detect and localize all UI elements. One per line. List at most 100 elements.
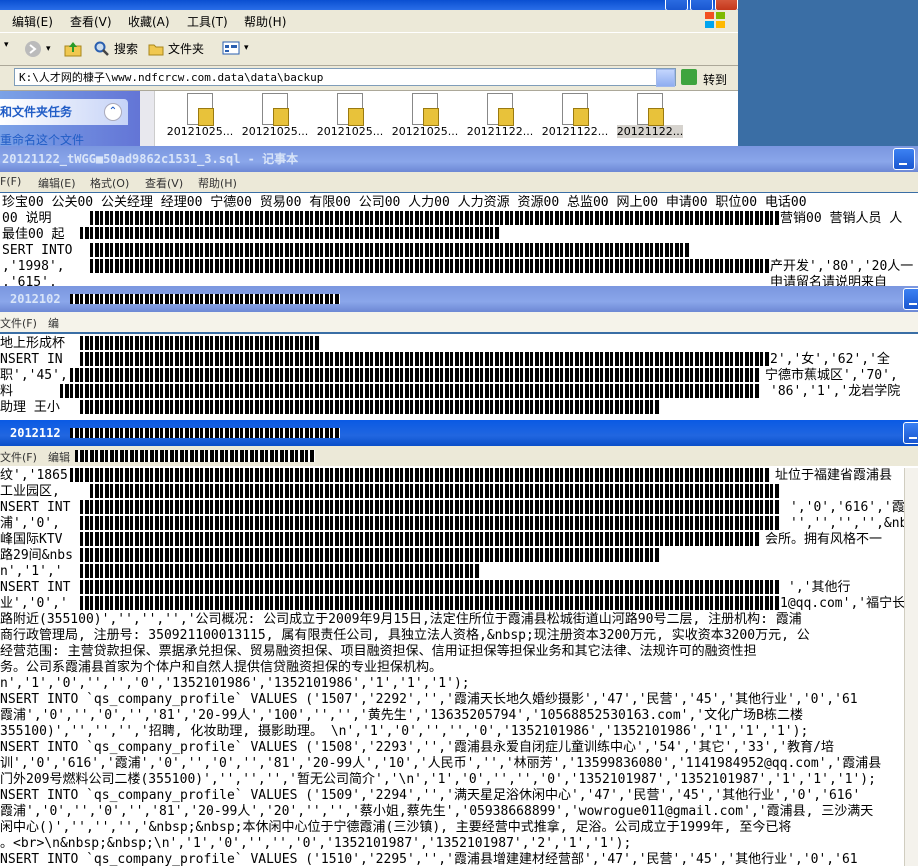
- file-item[interactable]: 20121025...: [314, 93, 386, 145]
- collapse-chevron-icon[interactable]: ⌃: [104, 103, 122, 121]
- chevron-down-icon: ▾: [244, 43, 249, 53]
- notepad-3-titlebar[interactable]: 2012112: [0, 420, 918, 446]
- menu-file[interactable]: 文件(F): [0, 449, 37, 465]
- notepad-2-text-area[interactable]: 地上形成杯 NSERT IN 职','45', 料 助理 王小 2','女','…: [0, 334, 918, 420]
- redacted-region: [70, 428, 340, 438]
- redacted-region: [70, 368, 760, 382]
- menu-help[interactable]: 帮助(H): [198, 175, 237, 191]
- address-dropdown-button[interactable]: [656, 69, 675, 87]
- text-line: 地上形成杯: [0, 336, 66, 351]
- minimize-button[interactable]: [893, 148, 915, 170]
- file-item[interactable]: 20121025...: [239, 93, 311, 145]
- menu-edit[interactable]: 编辑(E): [12, 13, 53, 30]
- file-item[interactable]: 20121122...: [464, 93, 536, 145]
- notepad-3-text-area[interactable]: 纹','1865 工业园区, NSERT INT 浦','0', 峰国际KTV …: [0, 466, 918, 866]
- menu-file[interactable]: 文件(F): [0, 315, 37, 331]
- redacted-region: [80, 580, 780, 594]
- text-line: 宁德市蕉城区','70',: [765, 368, 898, 383]
- menu-format[interactable]: 格式(O): [90, 175, 129, 191]
- notepad-1-titlebar[interactable]: 20121122_tWGG■50ad9862c1531_3.sql - 记事本: [0, 146, 918, 172]
- notepad-2-titlebar[interactable]: 2012102: [0, 286, 918, 312]
- notepad-3-title: 2012112: [10, 426, 61, 440]
- text-line: 路附近(355100)','','','','公司概况: 公司成立于2009年9…: [0, 612, 802, 627]
- menu-view[interactable]: 查看(V): [70, 13, 112, 30]
- forward-arrow-icon: [25, 41, 41, 57]
- folders-button[interactable]: 文件夹: [148, 40, 204, 57]
- redacted-region: [70, 294, 340, 304]
- address-input[interactable]: K:\人才网的槺子\www.ndfcrcw.com.data\data\back…: [14, 68, 676, 86]
- redacted-region: [75, 450, 315, 462]
- text-line: NSERT INTO `qs_company_profile` VALUES (…: [0, 852, 858, 866]
- menu-edit[interactable]: 编辑(E): [38, 175, 76, 191]
- vertical-scrollbar[interactable]: [904, 468, 918, 866]
- redacted-region: [90, 259, 770, 273]
- redacted-region: [80, 564, 480, 578]
- explorer-titlebar[interactable]: [0, 0, 738, 11]
- menu-view[interactable]: 查看(V): [145, 175, 183, 191]
- text-line: '86','1','龙岩学院: [770, 384, 901, 399]
- text-line: 产开发','80','20人一: [770, 259, 914, 274]
- file-item[interactable]: 20121025...: [389, 93, 461, 145]
- text-line: 务。公司系霞浦县首家为个体户和自然人提供信贷融资担保的专业担保机构。: [0, 660, 443, 675]
- search-button[interactable]: 搜索: [94, 40, 138, 57]
- menu-edit[interactable]: 编: [48, 315, 59, 331]
- forward-button[interactable]: ▾: [24, 40, 51, 58]
- search-icon: [94, 41, 109, 56]
- notepad-window-3: 2012112 文件(F) 编辑 纹','1865 工业园区, NSERT IN…: [0, 420, 918, 866]
- text-line: 申请留名请说明来自: [770, 275, 888, 286]
- sql-file-icon: [187, 93, 214, 126]
- redacted-region: [80, 516, 780, 530]
- explorer-toolbar: ▾ ▾ 搜索 文件夹 ▾: [0, 32, 738, 66]
- file-item[interactable]: 20121025...: [164, 93, 236, 145]
- text-line: 355100)','','','','招聘, 化妆助理, 摄影助理。 \n','…: [0, 724, 809, 739]
- notepad-1-text-area[interactable]: 珍宝00 公关00 公关经理 经理00 宁德00 贸易00 有限00 公司00 …: [0, 193, 918, 286]
- task-pane-title: 和文件夹任务: [0, 105, 73, 119]
- menu-help[interactable]: 帮助(H): [244, 13, 286, 30]
- notepad-2-menubar: 文件(F) 编: [0, 312, 918, 332]
- menu-file[interactable]: F(F): [0, 175, 21, 188]
- task-pane-scrollbar[interactable]: [140, 91, 155, 146]
- redacted-region: [90, 243, 690, 257]
- menu-tools[interactable]: 工具(T): [187, 13, 228, 30]
- redacted-region: [90, 484, 780, 498]
- text-line: '','','','',&nbs: [790, 516, 916, 531]
- sql-file-icon: [637, 93, 664, 126]
- text-line: n','1','0','','','0','1352101986','13521…: [0, 676, 470, 691]
- text-line: ,'615',: [2, 275, 57, 286]
- sql-file-icon: [562, 93, 589, 126]
- go-button[interactable]: 转到: [703, 71, 727, 88]
- redacted-region: [80, 500, 780, 514]
- text-line: 最佳00 起: [2, 227, 65, 242]
- file-item-selected[interactable]: 20121122...: [614, 93, 686, 145]
- address-bar: K:\人才网的槺子\www.ndfcrcw.com.data\data\back…: [0, 66, 738, 91]
- redacted-region: [90, 211, 780, 225]
- text-line: ','0','616','霞: [790, 500, 905, 515]
- text-line: 商行政管理局, 注册号: 350921100013115, 属有限责任公司, 具…: [0, 628, 810, 643]
- text-line: ','其他行: [788, 580, 851, 595]
- views-button[interactable]: ▾: [222, 40, 249, 56]
- text-line: 霞浦','0','','0','','81','20-99人','100',''…: [0, 708, 803, 723]
- redacted-region: [80, 336, 320, 350]
- notepad-1-title: 20121122_tWGG■50ad9862c1531_3.sql - 记事本: [2, 152, 299, 166]
- up-folder-button[interactable]: [64, 40, 82, 58]
- text-line: NSERT INTO `qs_company_profile` VALUES (…: [0, 740, 834, 755]
- text-line: 00 说明: [2, 211, 52, 226]
- text-line: SERT INTO: [2, 243, 73, 258]
- file-item[interactable]: 20121122...: [539, 93, 611, 145]
- chevron-down-icon: ▾: [46, 44, 51, 54]
- back-button[interactable]: ▾: [4, 40, 9, 50]
- minimize-button[interactable]: [903, 422, 918, 444]
- sql-file-icon: [337, 93, 364, 126]
- address-text: K:\人才网的槺子\www.ndfcrcw.com.data\data\back…: [19, 71, 324, 84]
- text-line: NSERT INTO `qs_company_profile` VALUES (…: [0, 788, 861, 803]
- text-line: 职','45',: [0, 368, 68, 383]
- folder-icon: [148, 44, 164, 55]
- notepad-window-2: 2012102 文件(F) 编 地上形成杯 NSERT IN 职','45', …: [0, 286, 918, 420]
- menu-edit[interactable]: 编辑: [48, 449, 70, 465]
- go-arrow-icon[interactable]: [681, 69, 697, 85]
- folders-label: 文件夹: [168, 42, 205, 56]
- minimize-button[interactable]: [903, 288, 918, 310]
- text-line: ,'1998',: [2, 259, 65, 274]
- task-pane-header[interactable]: 和文件夹任务 ⌃: [0, 99, 128, 125]
- menu-favorites[interactable]: 收藏(A): [128, 13, 170, 30]
